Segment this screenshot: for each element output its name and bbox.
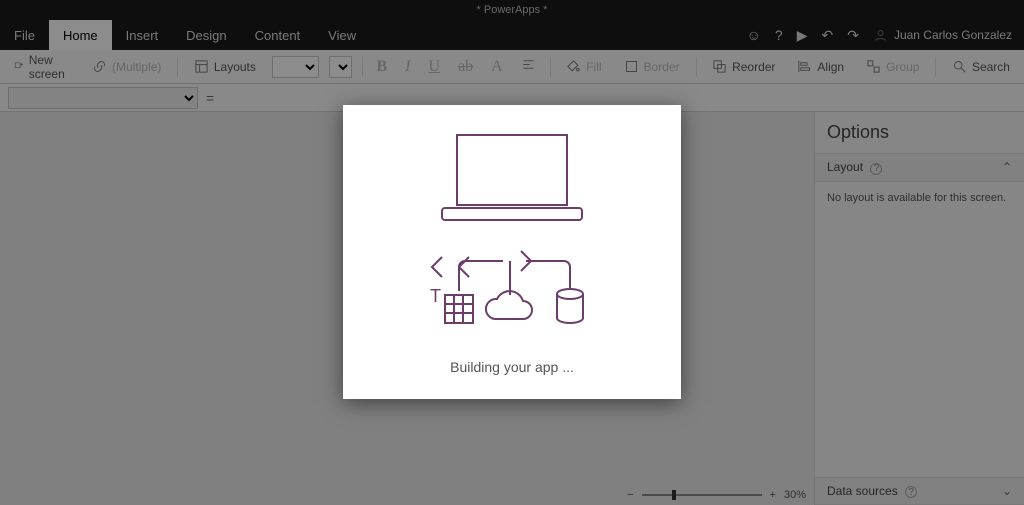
sources-illustration: T — [425, 247, 600, 337]
laptop-illustration — [437, 130, 587, 225]
building-app-modal: T Building your app ... — [343, 105, 681, 399]
svg-text:T: T — [430, 286, 441, 306]
building-app-message: Building your app ... — [450, 359, 574, 375]
